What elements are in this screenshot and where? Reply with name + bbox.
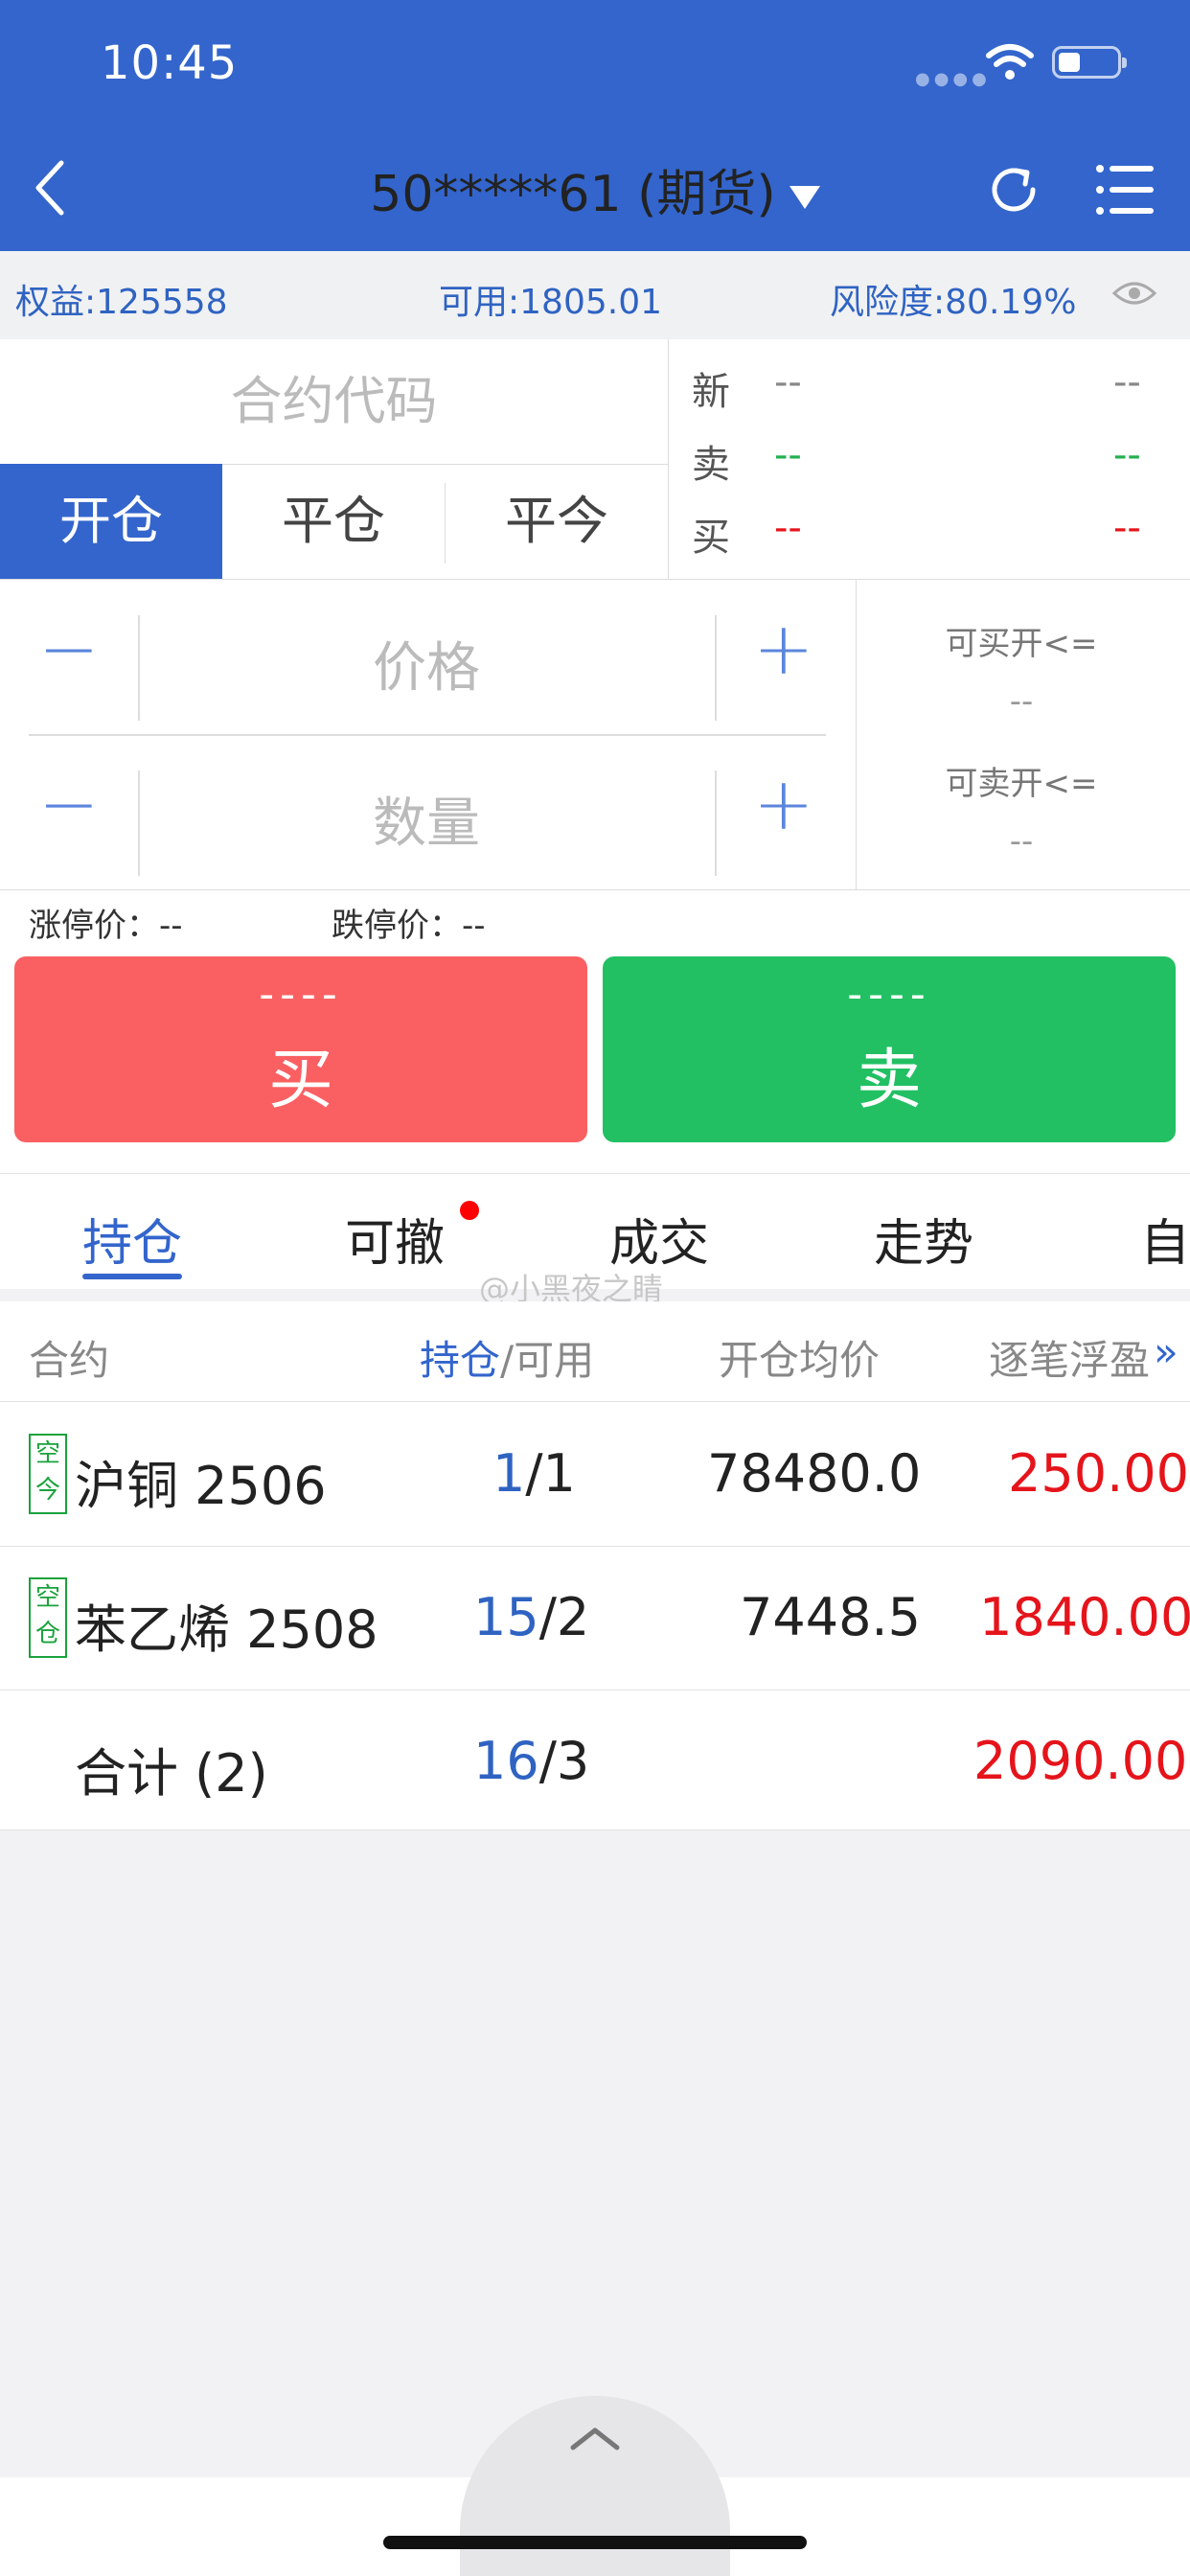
eye-icon[interactable] xyxy=(1111,278,1157,309)
contract-code-input[interactable]: 合约代码 xyxy=(0,339,668,465)
divider xyxy=(29,734,826,736)
can-buy-open-label: 可买开<= xyxy=(945,625,1098,663)
buy-button[interactable]: ---- 买 xyxy=(14,956,587,1142)
account-summary-bar: 权益:125558 可用:1805.01 风险度:80.19% xyxy=(0,251,1190,340)
qty-plus-button[interactable]: + xyxy=(753,761,814,846)
can-sell-open-label: 可卖开<= xyxy=(945,765,1098,803)
active-tab-indicator xyxy=(82,1274,182,1279)
risk-value: 风险度:80.19% xyxy=(830,283,1077,322)
home-indicator[interactable] xyxy=(383,2536,807,2549)
tab-close-today[interactable]: 平今 xyxy=(446,464,668,579)
header-position: 持仓/可用 xyxy=(420,1328,594,1387)
price-minus-button[interactable]: − xyxy=(38,606,100,691)
header-pos-label: 持仓 xyxy=(420,1337,501,1384)
total-position-qty: 16/3 xyxy=(473,1731,590,1791)
quote-new-change: -- xyxy=(1113,360,1141,404)
tab-trend[interactable]: 走势 xyxy=(874,1203,973,1275)
quote-buy-price: -- xyxy=(774,506,802,550)
sell-price: ---- xyxy=(847,970,931,1019)
buy-price: ---- xyxy=(259,970,343,1019)
contract-name: 沪铜 2506 xyxy=(75,1456,327,1516)
wifi-icon xyxy=(986,44,1034,80)
header-avg-price: 开仓均价 xyxy=(719,1337,881,1384)
divider xyxy=(856,579,857,890)
divider xyxy=(715,615,717,721)
account-label: 50*****61 (期货) xyxy=(370,166,776,223)
positions-table: 合约 持仓/可用 开仓均价 逐笔浮盈 » 空今 沪铜 2506 1/1 7848… xyxy=(0,1301,1190,1830)
tab-custom[interactable]: 自 xyxy=(1140,1203,1190,1275)
qty-minus-button[interactable]: − xyxy=(38,761,100,846)
limit-down-price: 跌停价：-- xyxy=(332,907,486,945)
available-value: 可用:1805.01 xyxy=(439,283,662,322)
short-position-badge: 空仓 xyxy=(29,1577,67,1658)
quote-buy-volume: -- xyxy=(1113,506,1141,550)
refresh-icon[interactable] xyxy=(985,161,1042,218)
quote-sell-label: 卖 xyxy=(692,443,730,487)
chevron-up-icon[interactable] xyxy=(569,2425,621,2453)
scroll-right-icon[interactable]: » xyxy=(1154,1328,1179,1375)
avg-open-price: 78480.0 xyxy=(707,1443,922,1504)
total-label: 合计 (2) xyxy=(75,1743,268,1804)
quote-new-value: -- xyxy=(774,360,802,404)
total-pnl: 2090.00 xyxy=(973,1731,1188,1791)
dropdown-arrow-icon xyxy=(789,186,820,209)
menu-list-icon[interactable] xyxy=(1094,161,1156,218)
divider xyxy=(0,579,1190,580)
quote-buy-label: 买 xyxy=(692,516,730,560)
tab-positions[interactable]: 持仓 xyxy=(82,1203,182,1275)
sell-label: 卖 xyxy=(856,1043,922,1118)
contract-name: 苯乙烯 2508 xyxy=(75,1599,378,1660)
quote-new-label: 新 xyxy=(692,370,730,414)
quote-sell-price: -- xyxy=(774,433,802,477)
can-buy-open-value: -- xyxy=(1009,682,1034,721)
divider xyxy=(715,770,717,876)
floating-pnl: 250.00 xyxy=(1008,1443,1189,1504)
header-pnl: 逐笔浮盈 xyxy=(989,1337,1151,1384)
floating-pnl: 1840.00 xyxy=(979,1587,1190,1647)
buy-label: 买 xyxy=(267,1043,333,1118)
avg-open-price: 7448.5 xyxy=(740,1587,921,1647)
short-today-badge: 空今 xyxy=(29,1434,67,1514)
tab-cancelable[interactable]: 可撤 xyxy=(345,1203,445,1275)
price-plus-button[interactable]: + xyxy=(753,606,814,691)
battery-icon xyxy=(1052,46,1127,79)
limit-up-price: 涨停价：-- xyxy=(29,907,183,945)
position-qty: 15/2 xyxy=(473,1587,590,1647)
can-sell-open-value: -- xyxy=(1009,822,1034,861)
header-contract: 合约 xyxy=(29,1337,110,1384)
order-form: 合约代码 开仓 平仓 平今 新 -- -- 卖 -- -- 买 -- -- − … xyxy=(0,339,1190,890)
notification-dot xyxy=(460,1201,479,1220)
equity-value: 权益:125558 xyxy=(15,283,228,322)
position-qty: 1/1 xyxy=(492,1443,576,1504)
quantity-input[interactable]: 数量 xyxy=(139,780,714,858)
sell-button[interactable]: ---- 卖 xyxy=(603,956,1176,1142)
divider xyxy=(668,339,669,579)
tab-open[interactable]: 开仓 xyxy=(0,464,222,579)
tab-close[interactable]: 平仓 xyxy=(222,464,445,579)
signal-icon: ●●●● xyxy=(915,69,991,89)
divider xyxy=(0,1829,1190,1830)
header-avail-label: /可用 xyxy=(500,1337,595,1384)
tab-trades[interactable]: 成交 xyxy=(609,1203,709,1275)
status-time: 10:45 xyxy=(101,36,239,90)
price-input[interactable]: 价格 xyxy=(139,625,714,702)
quote-sell-volume: -- xyxy=(1113,433,1141,477)
